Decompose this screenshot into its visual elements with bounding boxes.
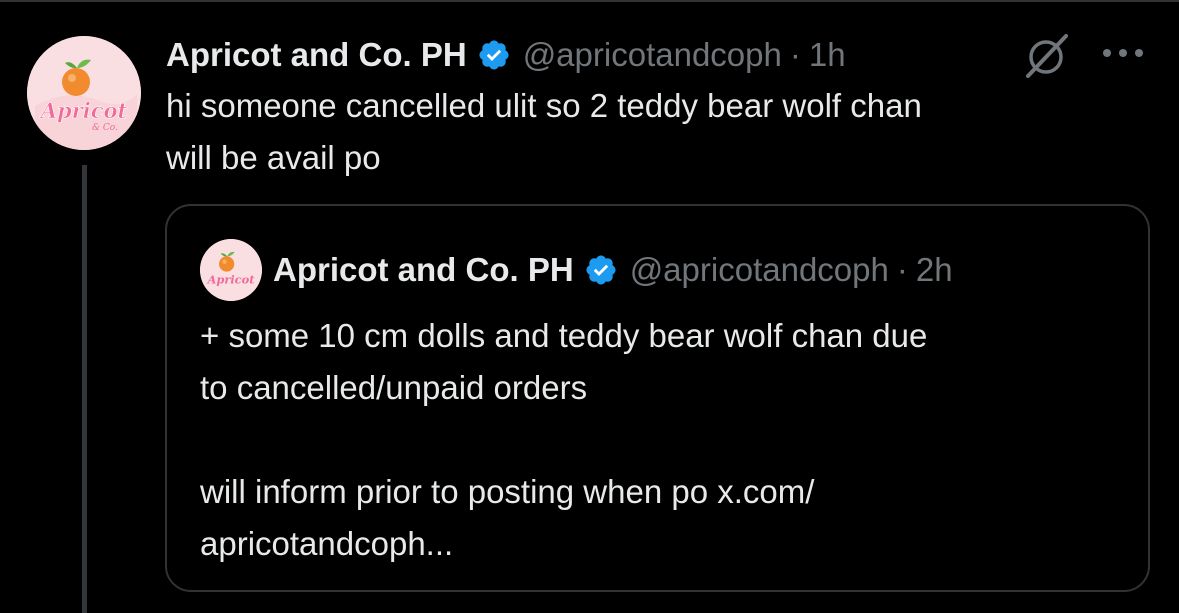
grok-icon[interactable] bbox=[1022, 32, 1072, 80]
quoted-header: Apricot and Co. PH @apricotandcoph · 2h bbox=[273, 244, 953, 296]
quoted-text-line: + some 10 cm dolls and teddy bear wolf c… bbox=[200, 317, 928, 354]
more-icon[interactable] bbox=[1100, 43, 1146, 63]
timestamp[interactable]: 1h bbox=[809, 36, 846, 74]
tweet-text-line: will be avail po bbox=[166, 139, 381, 176]
separator-dot: · bbox=[789, 36, 801, 73]
verified-badge-icon bbox=[479, 40, 509, 70]
quoted-avatar[interactable]: Apricot bbox=[200, 239, 262, 301]
tweet-text: hi someone cancelled ulit so 2 teddy bea… bbox=[166, 80, 1146, 184]
avatar-logo-sub: & Co. bbox=[92, 123, 118, 133]
avatar-logo-text: Apricot bbox=[39, 98, 128, 123]
verified-badge-icon bbox=[586, 255, 616, 285]
profile-avatar[interactable]: Apricot & Co. bbox=[27, 36, 141, 150]
apricot-logo-icon: Apricot bbox=[200, 239, 262, 301]
quoted-tweet-text: + some 10 cm dolls and teddy bear wolf c… bbox=[200, 310, 1130, 570]
thread-line bbox=[82, 165, 87, 613]
tweet-text-line: hi someone cancelled ulit so 2 teddy bea… bbox=[166, 87, 922, 124]
quoted-text-line: to cancelled/unpaid orders bbox=[200, 369, 588, 406]
quoted-avatar-logo-text: Apricot bbox=[207, 273, 256, 287]
quoted-display-name[interactable]: Apricot and Co. PH bbox=[273, 251, 574, 289]
quoted-text-blank-line bbox=[200, 414, 1130, 466]
apricot-logo-icon: Apricot & Co. bbox=[27, 36, 141, 150]
quoted-handle[interactable]: @apricotandcoph bbox=[630, 251, 889, 289]
tweet-header: Apricot and Co. PH @apricotandcoph · 1h bbox=[166, 30, 846, 80]
tweet-view: Apricot & Co. Apricot and Co. PH @aprico… bbox=[0, 0, 1179, 613]
separator-dot: · bbox=[896, 251, 908, 288]
quoted-text-line: apricotandcoph... bbox=[200, 525, 454, 562]
quoted-tweet-card[interactable]: Apricot Apricot and Co. PH @apricotandco… bbox=[165, 204, 1150, 592]
quoted-text-line: will inform prior to posting when po x.c… bbox=[200, 473, 815, 510]
top-divider bbox=[0, 0, 1179, 2]
display-name[interactable]: Apricot and Co. PH bbox=[166, 36, 467, 74]
handle[interactable]: @apricotandcoph bbox=[523, 36, 782, 74]
quoted-timestamp[interactable]: 2h bbox=[916, 251, 953, 289]
